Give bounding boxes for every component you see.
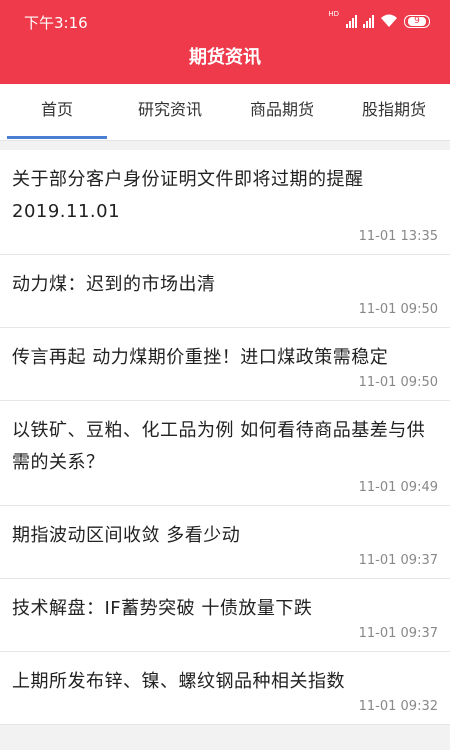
battery-icon: 9: [404, 14, 430, 28]
news-title: 期指波动区间收敛 多看少动: [12, 525, 241, 546]
status-bar: 下午3:16 HD 9: [0, 0, 450, 42]
tab-research[interactable]: 研究资讯: [120, 84, 220, 140]
news-title: 关于部分客户身份证明文件即将过期的提醒2019.11.01: [12, 169, 364, 222]
wifi-icon: [381, 14, 397, 27]
page-title: 期货资讯: [189, 47, 261, 68]
status-icons: HD 9: [328, 11, 430, 31]
tab-commodity-futures[interactable]: 商品期货: [232, 84, 332, 140]
news-item[interactable]: 技术解盘：IF蓄势突破 十债放量下跌 11-01 09:37: [0, 579, 450, 652]
signal-icon: [346, 14, 357, 28]
news-title: 传言再起 动力煤期价重挫！进口煤政策需稳定: [12, 347, 389, 368]
news-time: 11-01 09:32: [358, 699, 438, 714]
news-title: 以铁矿、豆粕、化工品为例 如何看待商品基差与供需的关系？: [12, 420, 426, 473]
news-item[interactable]: 期指波动区间收敛 多看少动 11-01 09:37: [0, 506, 450, 579]
news-time: 11-01 09:37: [358, 626, 438, 641]
news-item[interactable]: 以铁矿、豆粕、化工品为例 如何看待商品基差与供需的关系？ 11-01 09:49: [0, 401, 450, 506]
news-list: 关于部分客户身份证明文件即将过期的提醒2019.11.01 11-01 13:3…: [0, 150, 450, 725]
news-item[interactable]: 传言再起 动力煤期价重挫！进口煤政策需稳定 11-01 09:50: [0, 328, 450, 401]
signal-icon-2: [363, 14, 374, 28]
news-item[interactable]: 上期所发布锌、镍、螺纹钢品种相关指数 11-01 09:32: [0, 652, 450, 725]
news-item[interactable]: 动力煤：迟到的市场出清 11-01 09:50: [0, 255, 450, 328]
news-time: 11-01 09:37: [358, 553, 438, 568]
tab-home[interactable]: 首页: [7, 84, 107, 140]
news-time: 11-01 09:50: [358, 302, 438, 317]
news-time: 11-01 09:49: [358, 480, 438, 495]
news-item[interactable]: 关于部分客户身份证明文件即将过期的提醒2019.11.01 11-01 13:3…: [0, 150, 450, 255]
tab-bar: 首页 研究资讯 商品期货 股指期货: [0, 84, 450, 141]
app-bar: 期货资讯: [0, 42, 450, 84]
news-time: 11-01 09:50: [358, 375, 438, 390]
news-title: 上期所发布锌、镍、螺纹钢品种相关指数: [12, 671, 345, 692]
news-title: 动力煤：迟到的市场出清: [12, 274, 216, 295]
tab-indicator: [7, 136, 107, 139]
news-title: 技术解盘：IF蓄势突破 十债放量下跌: [12, 598, 313, 619]
tab-index-futures[interactable]: 股指期货: [344, 84, 444, 140]
network-type-label: HD: [328, 10, 339, 18]
news-time: 11-01 13:35: [358, 229, 438, 244]
battery-level: 9: [408, 16, 426, 26]
status-time: 下午3:16: [24, 14, 88, 32]
